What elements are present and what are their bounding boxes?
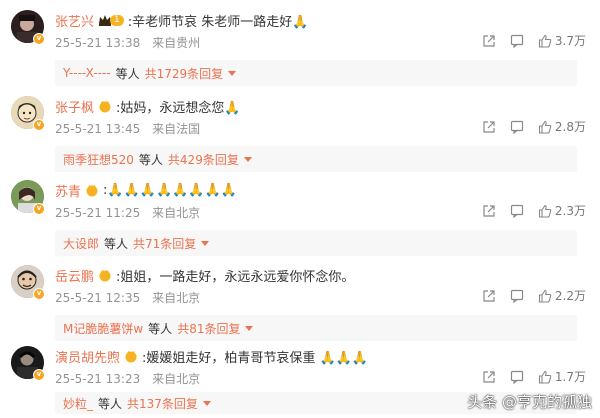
verified-badge-icon: v [33,119,45,131]
thumbs-up-icon [538,204,552,218]
reply-summary[interactable]: 大设郎 等人 共71条回复 [55,230,577,256]
comment-date: 25-5-21 13:45 [55,122,141,136]
comment-text: :姐姐，一路走好，永远永远爱你怀念你。 [116,269,355,285]
reply-mid-text: 等人 [104,236,129,251]
share-icon[interactable] [482,289,496,303]
reply-user[interactable]: 妙粒_ [63,395,93,412]
reply-summary[interactable]: M记脆脆薯饼w 等人 共81条回复 [55,315,577,341]
reply-mid-text: 等人 [115,66,140,81]
watermark: 头条 @亨克的孤独 [467,393,592,411]
like-button[interactable]: 2.8万 [538,118,586,135]
chevron-down-icon[interactable] [201,240,210,246]
username[interactable]: 苏青 [55,181,81,200]
reply-user[interactable]: 雨季狂想520 [63,151,134,168]
comment-date: 25-5-21 13:23 [55,372,141,386]
like-button[interactable]: 2.3万 [538,202,586,219]
vip-badge-icon [86,185,98,197]
reply-mid-text: 等人 [148,321,173,336]
verified-badge-icon: v [33,288,45,300]
comment-item: v 张艺兴 1 :辛老师节哀 朱老师一路走好🙏 25-5-21 13:38 来自… [0,8,600,92]
reply-mid-text: 等人 [98,396,123,411]
reply-summary[interactable]: Y----X---- 等人 共1729条回复 [55,60,577,86]
level-badge: 1 [110,14,124,26]
comment-location: 来自贵州 [152,36,201,50]
comment-location: 来自北京 [152,206,201,220]
comment-location: 来自法国 [152,122,201,136]
comment-date: 25-5-21 13:38 [55,36,141,50]
like-count: 2.8万 [554,120,586,134]
reply-user[interactable]: M记脆脆薯饼w [63,320,143,337]
reply-mid-text: 等人 [138,152,163,167]
comment-item: v 苏青 :🙏🙏🙏🙏🙏🙏🙏🙏 25-5-21 11:25 来自北京 2.3万 大… [0,178,600,262]
vip-badge-icon [99,270,111,282]
comment-item: v 岳云鹏 :姐姐，一路走好，永远永远爱你怀念你。 25-5-21 12:35 … [0,263,600,347]
like-button[interactable]: 2.2万 [538,287,586,304]
comment-icon[interactable] [510,289,524,303]
verified-badge-icon: v [33,33,45,45]
comment-text: :🙏🙏🙏🙏🙏🙏🙏🙏 [103,182,237,198]
username[interactable]: 张艺兴 [55,11,94,30]
thumbs-up-icon [538,289,552,303]
verified-badge-icon: v [33,203,45,215]
comment-date: 25-5-21 12:35 [55,291,141,305]
like-count: 1.7万 [554,370,586,384]
username[interactable]: 岳云鹏 [55,266,94,285]
like-count: 2.2万 [554,289,586,303]
username[interactable]: 张子枫 [55,97,94,116]
comment-icon[interactable] [510,370,524,384]
comment-item: v 张子枫 :姑妈，永远想念您🙏 25-5-21 13:45 来自法国 2.8万… [0,94,600,178]
reply-user[interactable]: 大设郎 [63,235,99,252]
chevron-down-icon[interactable] [245,325,254,331]
share-icon[interactable] [482,204,496,218]
reply-user[interactable]: Y----X---- [63,66,111,80]
comment-icon[interactable] [510,204,524,218]
comment-icon[interactable] [510,34,524,48]
comment-location: 来自北京 [152,291,201,305]
thumbs-up-icon [538,120,552,134]
vip-crown-icon: 1 [98,13,124,28]
thumbs-up-icon [538,34,552,48]
chevron-down-icon[interactable] [228,70,237,76]
comment-text: :姑妈，永远想念您🙏 [116,100,241,116]
vip-badge-icon [125,351,137,363]
verified-badge-icon: v [33,369,45,381]
thumbs-up-icon [538,370,552,384]
comment-icon[interactable] [510,120,524,134]
reply-count[interactable]: 共1729条回复 [145,65,224,82]
reply-count[interactable]: 共429条回复 [168,151,239,168]
like-count: 2.3万 [554,204,586,218]
vip-badge-icon [99,101,111,113]
chevron-down-icon[interactable] [202,400,211,406]
reply-count[interactable]: 共137条回复 [127,395,198,412]
comment-location: 来自北京 [152,372,201,386]
username[interactable]: 演员胡先煦 [55,347,120,366]
share-icon[interactable] [482,370,496,384]
share-icon[interactable] [482,34,496,48]
reply-count[interactable]: 共81条回复 [177,320,240,337]
comment-text: :辛老师节哀 朱老师一路走好🙏 [127,14,309,30]
comment-text: :媛媛姐走好，柏青哥节哀保重 🙏🙏🙏 [142,350,369,366]
comment-date: 25-5-21 11:25 [55,206,141,220]
chevron-down-icon[interactable] [243,156,252,162]
reply-summary[interactable]: 雨季狂想520 等人 共429条回复 [55,146,577,172]
share-icon[interactable] [482,120,496,134]
reply-count[interactable]: 共71条回复 [133,235,196,252]
like-button[interactable]: 3.7万 [538,32,586,49]
like-count: 3.7万 [554,34,586,48]
like-button[interactable]: 1.7万 [538,368,586,385]
